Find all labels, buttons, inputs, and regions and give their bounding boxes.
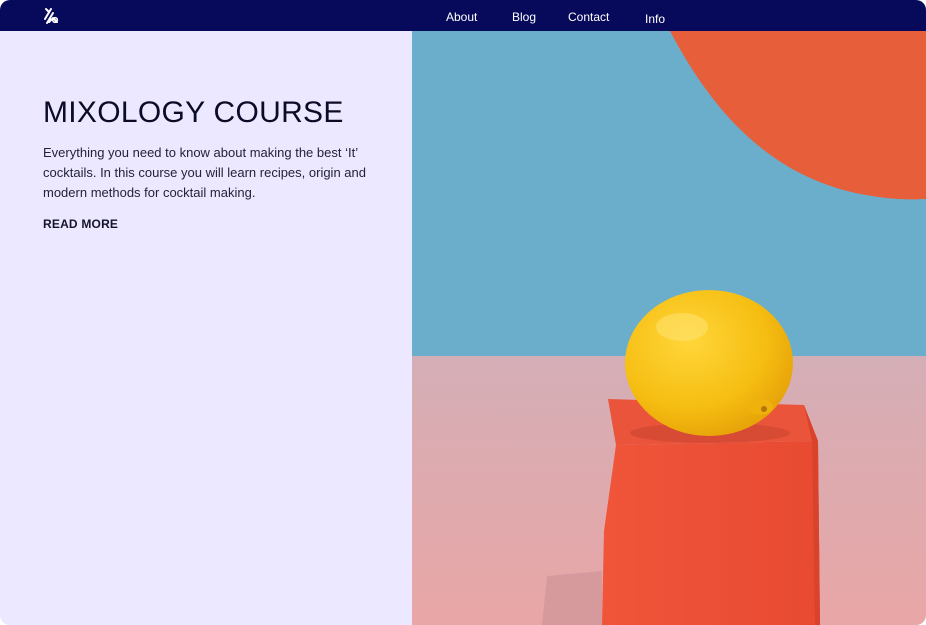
cube-front <box>602 441 820 625</box>
nav-link-info[interactable]: Info <box>645 12 665 26</box>
nav-link-about[interactable]: About <box>446 10 477 24</box>
lemon-highlight <box>656 313 708 341</box>
lemon-tip <box>747 399 773 415</box>
page-title: MIXOLOGY COURSE <box>43 96 344 129</box>
lemon-cube-illustration <box>412 31 926 625</box>
nav-link-blog[interactable]: Blog <box>512 10 536 24</box>
page-frame: About Blog Contact Info MIXOLOGY COURSE … <box>0 0 926 625</box>
lemon-stem <box>761 406 767 412</box>
cube-shadow <box>542 571 602 625</box>
course-description: Everything you need to know about making… <box>43 145 366 200</box>
logo-icon[interactable] <box>43 7 59 25</box>
read-more-link[interactable]: READ MORE <box>43 217 118 231</box>
top-navbar: About Blog Contact Info <box>0 0 926 31</box>
hero-text-panel: MIXOLOGY COURSE Everything you need to k… <box>0 31 412 625</box>
nav-link-contact[interactable]: Contact <box>568 10 609 24</box>
lemon <box>625 290 793 436</box>
hero-image <box>412 31 926 625</box>
